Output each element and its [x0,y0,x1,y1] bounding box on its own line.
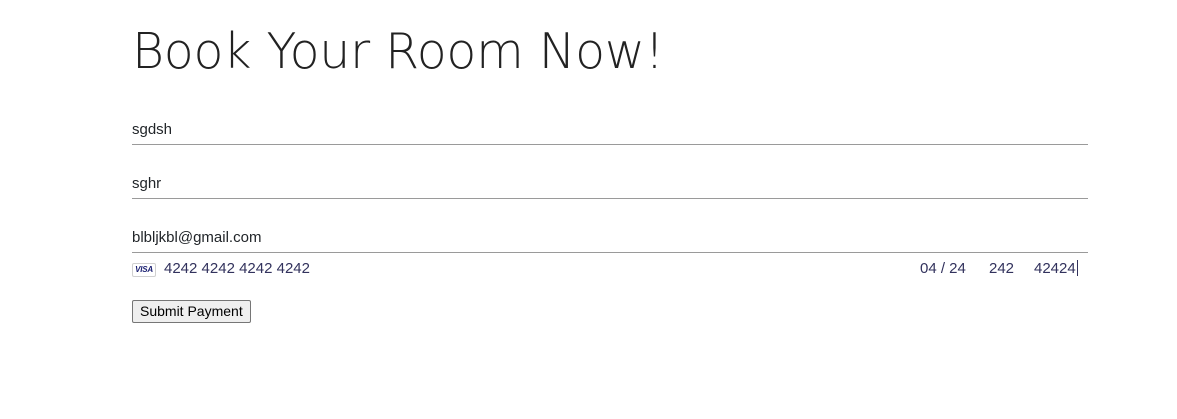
email-field-wrapper [132,222,1088,253]
card-cvc-input[interactable]: 242 [989,260,1014,277]
card-element[interactable]: VISA 4242 4242 4242 4242 04 / 24 242 424… [132,258,1088,282]
text-caret [1076,260,1078,276]
card-expiry-input[interactable]: 04 / 24 [920,260,966,277]
last-name-field-wrapper [132,168,1088,199]
first-name-input[interactable] [132,114,1088,144]
card-zip-value: 42424 [1034,260,1076,277]
email-input[interactable] [132,222,1088,252]
last-name-input[interactable] [132,168,1088,198]
card-number-input[interactable]: 4242 4242 4242 4242 [164,260,310,277]
card-zip-input[interactable]: 42424 [1034,260,1078,277]
submit-payment-button[interactable]: Submit Payment [132,300,251,323]
first-name-field-wrapper [132,114,1088,145]
visa-card-icon: VISA [132,263,156,277]
page-title: Book Your Room Now! [132,23,664,80]
